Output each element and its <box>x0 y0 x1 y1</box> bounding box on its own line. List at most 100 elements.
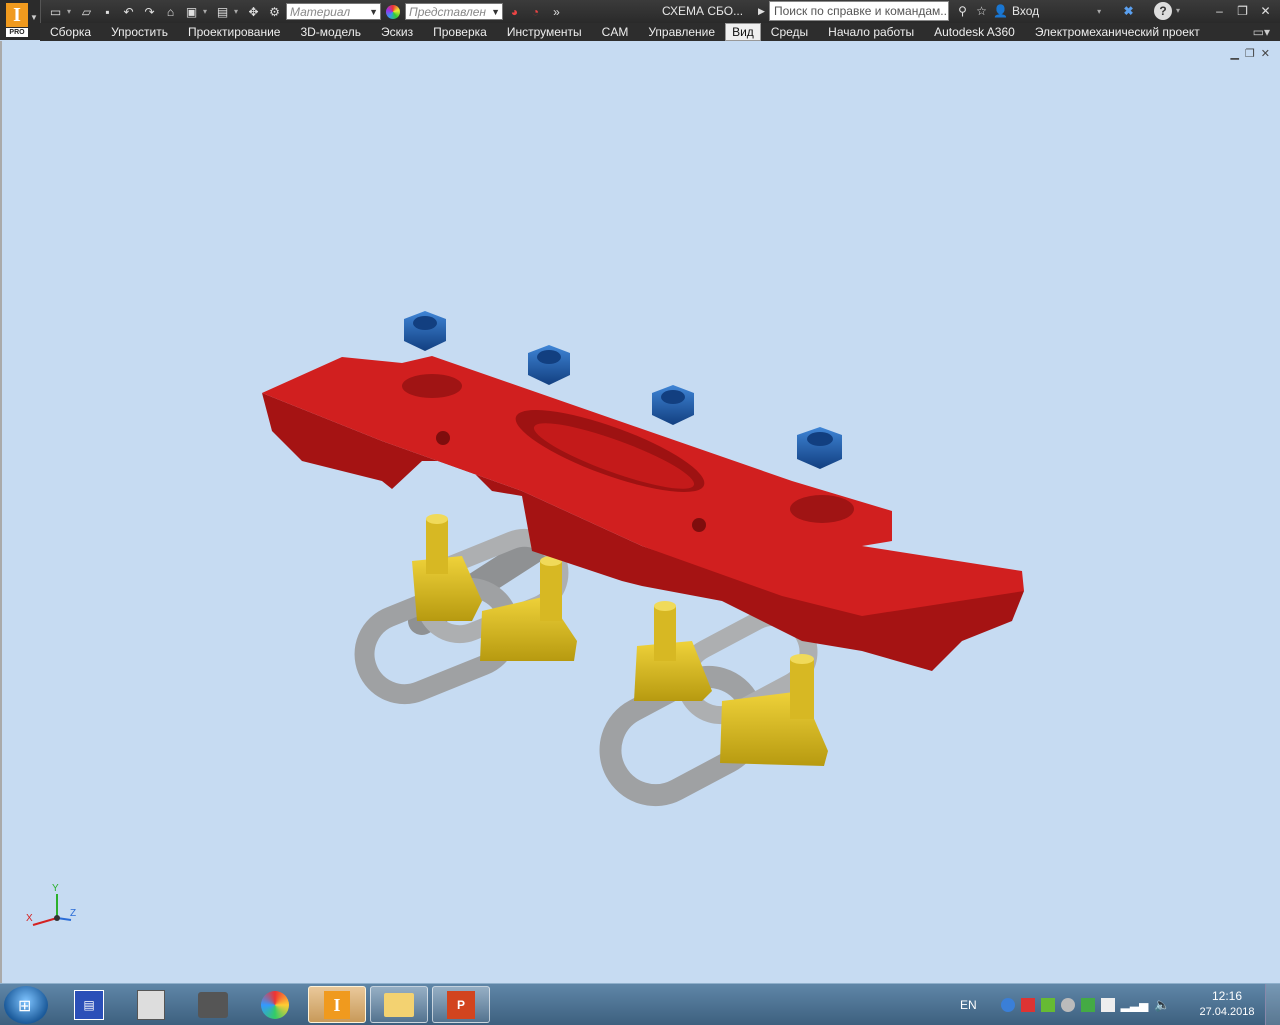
minimize-window-icon[interactable]: – <box>1210 2 1229 20</box>
tab-manage[interactable]: Управление <box>638 23 725 41</box>
undo-icon[interactable]: ↶ <box>119 3 138 21</box>
nvidia-icon[interactable] <box>1040 997 1055 1012</box>
new-file-icon[interactable]: ▭ <box>46 3 65 21</box>
tab-view[interactable]: Вид <box>725 23 761 41</box>
close-window-icon[interactable]: ✕ <box>1256 2 1275 20</box>
security-shield-icon[interactable] <box>1080 997 1095 1012</box>
tab-tools[interactable]: Инструменты <box>497 23 592 41</box>
chevron-down-icon: ▼ <box>369 7 378 17</box>
clock-date: 27.04.2018 <box>1199 1006 1255 1018</box>
chevron-down-icon[interactable]: ▾ <box>1097 7 1101 16</box>
start-button[interactable]: ⊞ <box>4 986 48 1024</box>
language-indicator[interactable]: EN <box>960 998 977 1012</box>
adjust-appearance-icon[interactable]: ◕ <box>505 3 524 21</box>
more-commands-icon[interactable]: » <box>547 3 566 21</box>
nut-1 <box>404 311 446 351</box>
clear-appearance-icon[interactable]: ◔ <box>526 3 545 21</box>
taskbar-explorer[interactable] <box>370 986 428 1023</box>
axis-x-label: X <box>26 913 33 924</box>
taskbar-scanner[interactable] <box>184 986 242 1023</box>
axis-triad: Y X Z <box>26 883 76 926</box>
tab-sketch[interactable]: Эскиз <box>371 23 423 41</box>
tab-cam[interactable]: CAM <box>592 23 639 41</box>
update-icon[interactable]: ▣ <box>182 3 201 21</box>
tab-autodesk-a360[interactable]: Autodesk A360 <box>924 23 1025 41</box>
nut-3 <box>652 385 694 425</box>
flag-icon[interactable] <box>1100 997 1115 1012</box>
chevron-down-icon[interactable]: ▾ <box>234 7 242 16</box>
chevron-down-icon: ▼ <box>30 13 38 22</box>
home-icon[interactable]: ⌂ <box>161 3 180 21</box>
tab-inspect[interactable]: Проверка <box>423 23 497 41</box>
pro-badge: PRO <box>6 28 28 37</box>
chevron-down-icon[interactable]: ▾ <box>203 7 211 16</box>
nut-4 <box>797 427 842 469</box>
signal-icon[interactable]: ▂▃▅ <box>1121 998 1149 1012</box>
quick-access-toolbar: ▭ ▾ ▱ ▪ ↶ ↷ ⌂ ▣ ▾ ▤ ▾ ✥ ⚙ Материал ▼ Пре… <box>46 2 566 21</box>
help-search-placeholder: Поиск по справке и командам... <box>774 4 949 18</box>
windows-logo-icon: ⊞ <box>18 998 32 1015</box>
user-icon[interactable]: 👤 <box>991 2 1010 20</box>
star-icon[interactable]: ☆ <box>972 2 991 20</box>
login-link[interactable]: Вход <box>1012 4 1039 18</box>
document-title: СХЕМА СБО... <box>662 4 744 18</box>
ribbon-toggle-icon[interactable]: ▭▾ <box>1243 23 1280 41</box>
folder-icon <box>384 992 414 1017</box>
tab-environments[interactable]: Среды <box>761 23 818 41</box>
restore-window-icon[interactable]: ❐ <box>1233 2 1252 20</box>
taskbar-paint[interactable] <box>246 986 304 1023</box>
select-icon[interactable]: ▤ <box>213 3 232 21</box>
material-select[interactable]: Материал ▼ <box>286 3 381 20</box>
chevron-down-icon[interactable]: ▾ <box>67 7 75 16</box>
application-menu-button[interactable]: I PRO ▼ <box>0 0 41 40</box>
nut-2 <box>528 345 570 385</box>
show-desktop-button[interactable] <box>1265 984 1280 1025</box>
exchange-apps-icon[interactable]: ✖ <box>1119 2 1138 20</box>
axis-y-label: Y <box>52 883 59 894</box>
paint-icon <box>261 990 289 1019</box>
taskbar-calculator[interactable] <box>122 986 180 1023</box>
ribbon-tabs: Сборка Упростить Проектирование 3D-модел… <box>40 23 1280 41</box>
inventor-logo-icon: I <box>6 3 28 27</box>
scanner-icon <box>198 991 228 1018</box>
update-icon[interactable] <box>1000 997 1015 1012</box>
tab-simplify[interactable]: Упростить <box>101 23 178 41</box>
clock-time: 12:16 <box>1211 989 1243 1003</box>
title-bar: I PRO ▼ ▭ ▾ ▱ ▪ ↶ ↷ ⌂ ▣ ▾ ▤ ▾ ✥ ⚙ Матери… <box>0 0 1280 40</box>
binoculars-icon[interactable]: ⚲ <box>953 2 972 20</box>
axis-z-label: Z <box>70 908 76 919</box>
assembly-model: Y X Z <box>26 311 1024 926</box>
inventor-icon: I <box>324 990 350 1019</box>
tab-assembly[interactable]: Сборка <box>40 23 101 41</box>
calculator-icon <box>137 989 165 1020</box>
help-icon[interactable]: ? <box>1154 2 1172 20</box>
tab-get-started[interactable]: Начало работы <box>818 23 924 41</box>
chevron-down-icon: ▼ <box>491 7 500 17</box>
settings-icon[interactable]: ⚙ <box>265 3 284 21</box>
representation-select-value: Представлен <box>409 5 486 19</box>
taskbar-inventor[interactable]: I <box>308 986 366 1023</box>
representation-select[interactable]: Представлен ▼ <box>405 3 503 20</box>
appearance-icon[interactable] <box>386 4 400 19</box>
ipart-icon[interactable]: ✥ <box>244 3 263 21</box>
tab-3d-model[interactable]: 3D-модель <box>290 23 371 41</box>
antivirus-icon[interactable] <box>1020 997 1035 1012</box>
save-icon[interactable]: ▪ <box>98 3 117 21</box>
system-tray: EN ▂▃▅ 🔈 <box>960 984 1171 1025</box>
network-status-icon[interactable] <box>1060 997 1075 1012</box>
tab-electromechanical[interactable]: Электромеханический проект <box>1025 23 1210 41</box>
tab-design[interactable]: Проектирование <box>178 23 291 41</box>
floppy-save-icon: ▤ <box>74 989 104 1020</box>
taskbar-save-app[interactable]: ▤ <box>60 986 118 1023</box>
volume-icon[interactable]: 🔈 <box>1154 997 1170 1013</box>
redo-icon[interactable]: ↷ <box>140 3 159 21</box>
chevron-down-icon[interactable]: ▾ <box>1176 6 1184 15</box>
open-folder-icon[interactable]: ▱ <box>77 3 96 21</box>
taskbar-powerpoint[interactable]: P <box>432 986 490 1023</box>
clock[interactable]: 12:16 27.04.2018 <box>1192 988 1262 1020</box>
powerpoint-icon: P <box>447 990 475 1019</box>
help-search-input[interactable]: Поиск по справке и командам... <box>769 1 949 21</box>
material-select-value: Материал <box>290 5 351 19</box>
graphics-window[interactable]: ▁ ❐ ✕ Y X Z <box>0 41 1280 983</box>
windows-taskbar: ⊞ ▤ I P EN ▂▃▅ 🔈 12:16 27.04.2018 <box>0 983 1280 1025</box>
